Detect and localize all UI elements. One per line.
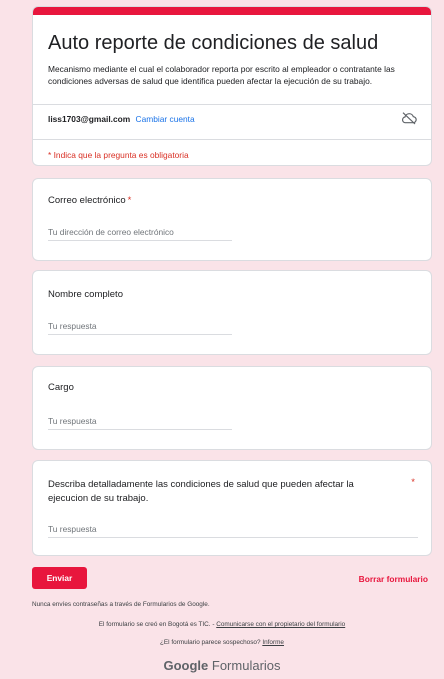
submit-button[interactable]: Enviar — [32, 567, 87, 589]
cloud-off-icon — [401, 112, 417, 125]
full-name-field[interactable]: Tu respuesta — [48, 319, 232, 335]
question-card-health-conditions: Describa detalladamente las condiciones … — [32, 460, 432, 556]
account-row: liss1703@gmail.com Cambiar cuenta — [48, 113, 195, 125]
footer-suspicious-text: ¿El formulario parece sospechoso? — [160, 639, 263, 646]
form-page: Auto reporte de condiciones de salud Mec… — [0, 0, 444, 679]
required-asterisk: * — [127, 195, 132, 206]
footer-suspicious-line: ¿El formulario parece sospechoso? Inform… — [0, 639, 444, 646]
clear-form-button[interactable]: Borrar formulario — [359, 574, 428, 584]
footer-created-text: El formulario se creó en Bogotá es TIC. … — [98, 621, 217, 628]
question-card-full-name: Nombre completo Tu respuesta — [32, 270, 432, 355]
question-card-email: Correo electrónico * Tu dirección de corr… — [32, 178, 432, 261]
question-card-position: Cargo Tu respuesta — [32, 366, 432, 450]
form-description: Mecanismo mediante el cual el colaborado… — [48, 64, 395, 86]
question-label: Correo electrónico * — [48, 194, 131, 208]
report-link[interactable]: Informe — [262, 639, 284, 646]
switch-account-link[interactable]: Cambiar cuenta — [136, 114, 195, 124]
question-text: Describa detalladamente las condiciones … — [48, 479, 354, 504]
divider — [33, 139, 431, 140]
contact-owner-link[interactable]: Comunicarse con el propietario del formu… — [216, 621, 345, 628]
logo-product: Formularios — [211, 658, 281, 673]
position-field[interactable]: Tu respuesta — [48, 414, 232, 430]
footer-created-line: El formulario se creó en Bogotá es TIC. … — [0, 621, 444, 628]
form-header-card: Auto reporte de condiciones de salud Mec… — [32, 6, 432, 166]
google-forms-logo: Google Formularios — [0, 658, 444, 673]
password-warning: Nunca envíes contraseñas a través de For… — [32, 601, 210, 608]
required-note: * Indica que la pregunta es obligatoria — [48, 150, 189, 160]
required-asterisk: * — [411, 477, 415, 488]
account-email: liss1703@gmail.com — [48, 114, 131, 124]
health-conditions-field[interactable]: Tu respuesta — [48, 522, 418, 538]
divider — [33, 104, 431, 105]
logo-brand: Google — [163, 658, 209, 673]
email-field[interactable]: Tu dirección de correo electrónico — [48, 225, 232, 241]
accent-bar — [33, 7, 431, 15]
question-text: Correo electrónico — [48, 195, 126, 206]
form-title: Auto reporte de condiciones de salud — [48, 32, 379, 54]
question-text: Cargo — [48, 382, 74, 393]
question-text: Nombre completo — [48, 289, 123, 300]
